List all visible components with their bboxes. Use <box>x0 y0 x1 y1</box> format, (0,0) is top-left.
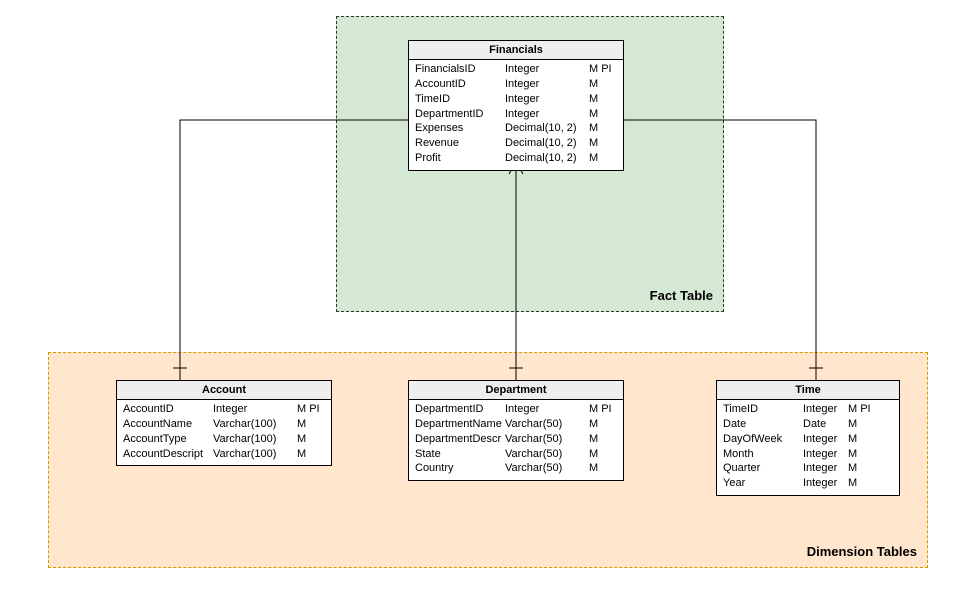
table-row: DepartmentIDIntegerM <box>415 107 617 122</box>
table-row: AccountNameVarchar(100)M <box>123 417 325 432</box>
table-row: DayOfWeekIntegerM <box>723 432 893 447</box>
entity-department-body: DepartmentIDIntegerM PI DepartmentNameVa… <box>409 400 623 480</box>
entity-department-title: Department <box>409 381 623 400</box>
table-row: ProfitDecimal(10, 2)M <box>415 151 617 166</box>
entity-department: Department DepartmentIDIntegerM PI Depar… <box>408 380 624 481</box>
table-row: MonthIntegerM <box>723 447 893 462</box>
entity-account-body: AccountIDIntegerM PI AccountNameVarchar(… <box>117 400 331 465</box>
table-row: StateVarchar(50)M <box>415 447 617 462</box>
table-row: AccountIDIntegerM PI <box>123 402 325 417</box>
dim-zone-label: Dimension Tables <box>807 544 917 559</box>
entity-time-title: Time <box>717 381 899 400</box>
table-row: CountryVarchar(50)M <box>415 461 617 476</box>
table-row: AccountTypeVarchar(100)M <box>123 432 325 447</box>
table-row: TimeIDIntegerM PI <box>723 402 893 417</box>
table-row: DepartmentNameVarchar(50)M <box>415 417 617 432</box>
table-row: YearIntegerM <box>723 476 893 491</box>
table-row: AccountDescriptVarchar(100)M <box>123 447 325 462</box>
fact-zone-label: Fact Table <box>650 288 713 303</box>
table-row: FinancialsIDIntegerM PI <box>415 62 617 77</box>
table-row: RevenueDecimal(10, 2)M <box>415 136 617 151</box>
entity-financials-title: Financials <box>409 41 623 60</box>
entity-financials-body: FinancialsIDIntegerM PI AccountIDInteger… <box>409 60 623 170</box>
entity-account: Account AccountIDIntegerM PI AccountName… <box>116 380 332 466</box>
entity-financials: Financials FinancialsIDIntegerM PI Accou… <box>408 40 624 171</box>
table-row: DepartmentIDIntegerM PI <box>415 402 617 417</box>
entity-account-title: Account <box>117 381 331 400</box>
table-row: DateDateM <box>723 417 893 432</box>
table-row: TimeIDIntegerM <box>415 92 617 107</box>
table-row: ExpensesDecimal(10, 2)M <box>415 121 617 136</box>
table-row: DepartmentDescrVarchar(50)M <box>415 432 617 447</box>
entity-time: Time TimeIDIntegerM PI DateDateM DayOfWe… <box>716 380 900 496</box>
table-row: AccountIDIntegerM <box>415 77 617 92</box>
table-row: QuarterIntegerM <box>723 461 893 476</box>
entity-time-body: TimeIDIntegerM PI DateDateM DayOfWeekInt… <box>717 400 899 495</box>
